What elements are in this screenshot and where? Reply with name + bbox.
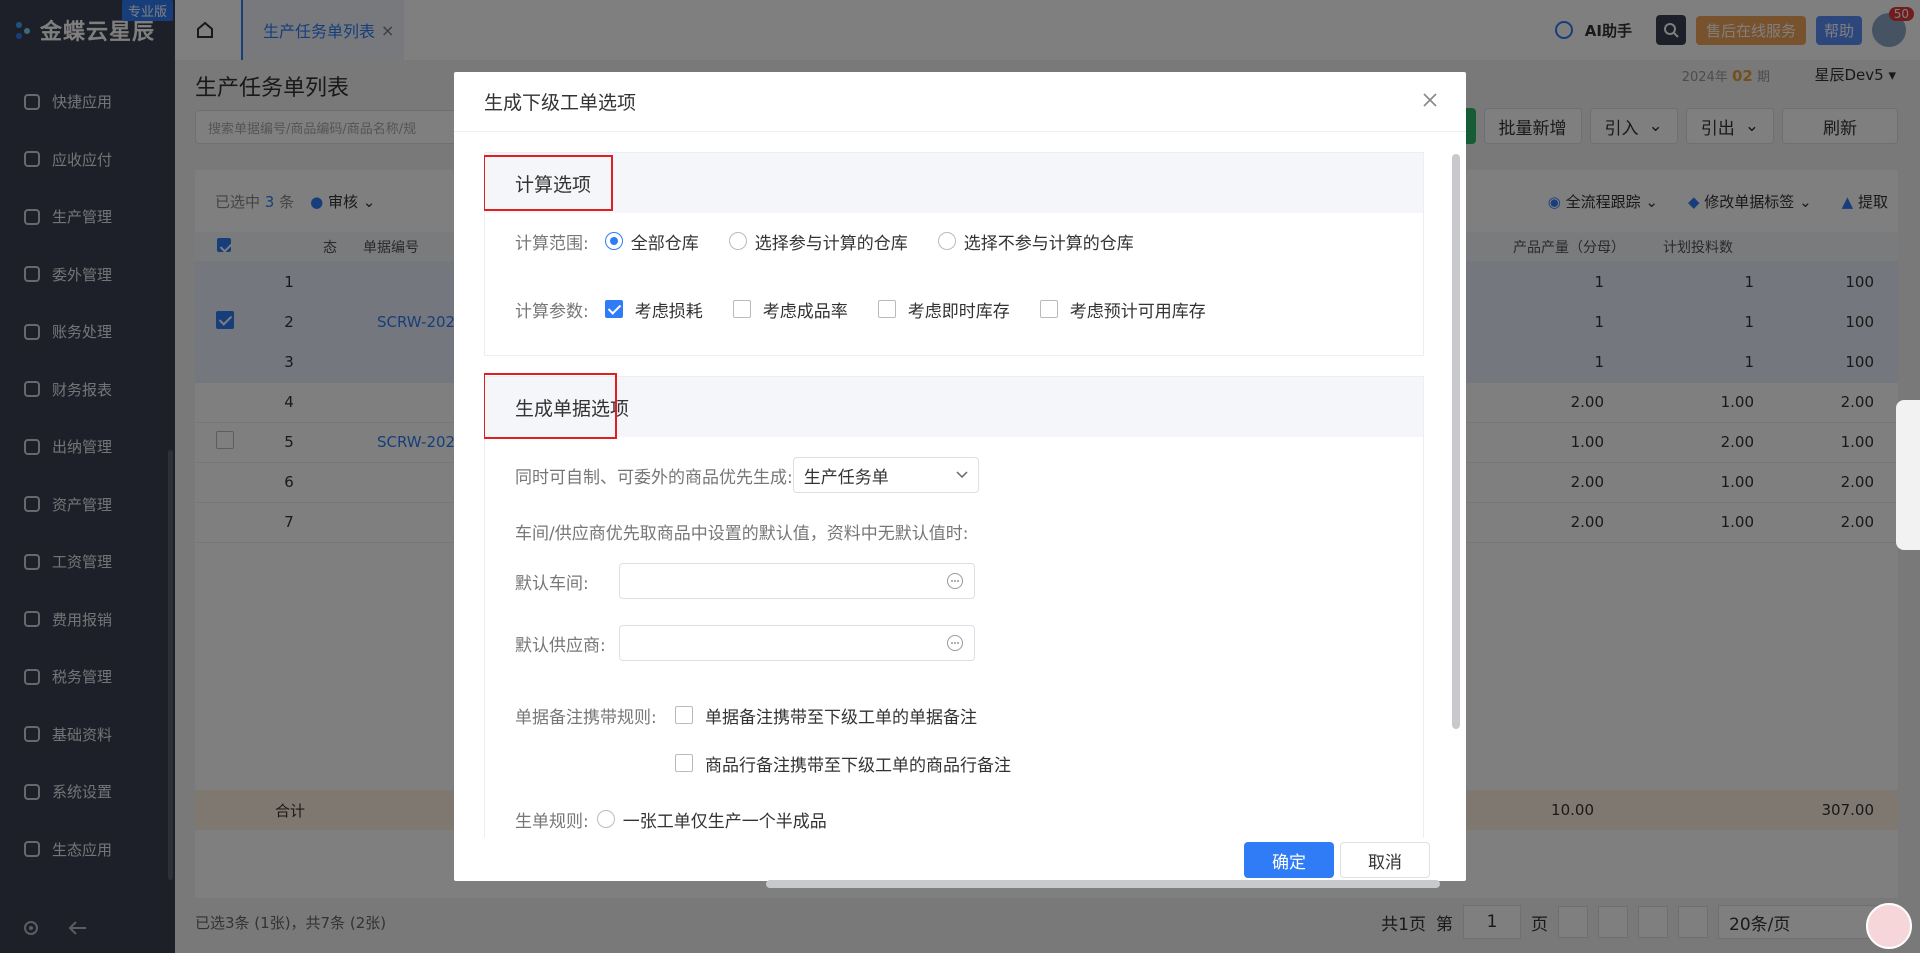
- calc-param-label: 计算参数:: [515, 301, 589, 322]
- dialog-vertical-scrollbar[interactable]: [1452, 154, 1460, 729]
- priority-select[interactable]: 生产任务单: [792, 457, 979, 493]
- close-icon[interactable]: [1422, 92, 1438, 108]
- default-note: 车间/供应商优先取商品中设置的默认值，资料中无默认值时:: [515, 523, 969, 544]
- gen-options-section: 生成单据选项 同时可自制、可委外的商品优先生成: 生产任务单 车间/供应商优先取…: [484, 373, 1424, 838]
- checkbox-consider-available[interactable]: 考虑预计可用库存: [1039, 297, 1206, 322]
- confirm-button[interactable]: 确定: [1244, 842, 1334, 878]
- generate-suborder-dialog: 生成下级工单选项 计算选项 计算范围: 全部仓库 选择参与计算的仓库 选择不参与…: [454, 72, 1466, 888]
- checkbox-line-remark[interactable]: 商品行备注携带至下级工单的商品行备注: [675, 751, 1011, 776]
- calc-options-section: 计算选项 计算范围: 全部仓库 选择参与计算的仓库 选择不参与计算的仓库 计算参…: [484, 152, 1424, 356]
- supplier-label: 默认供应商:: [515, 635, 606, 656]
- remark-label: 单据备注携带规则:: [515, 707, 657, 728]
- dialog-horizontal-scrollbar[interactable]: [766, 880, 1440, 888]
- radio-one-semi-product[interactable]: 一张工单仅生产一个半成品: [596, 807, 827, 832]
- more-icon: [947, 635, 963, 651]
- checkbox-consider-loss[interactable]: 考虑损耗: [604, 297, 703, 322]
- checkbox-bill-remark[interactable]: 单据备注携带至下级工单的单据备注: [675, 703, 977, 728]
- priority-label: 同时可自制、可委外的商品优先生成:: [515, 467, 793, 488]
- assistant-avatar[interactable]: [1866, 903, 1912, 949]
- floating-toolbar[interactable]: [1896, 400, 1920, 550]
- workshop-input[interactable]: [619, 563, 975, 599]
- calc-range-label: 计算范围:: [515, 233, 589, 254]
- checkbox-consider-stock[interactable]: 考虑即时库存: [877, 297, 1010, 322]
- radio-include-warehouses[interactable]: 选择参与计算的仓库: [728, 229, 908, 254]
- rule-label: 生单规则:: [515, 811, 589, 832]
- radio-exclude-warehouses[interactable]: 选择不参与计算的仓库: [937, 229, 1134, 254]
- dialog-title: 生成下级工单选项: [484, 92, 637, 114]
- dialog-body: 计算选项 计算范围: 全部仓库 选择参与计算的仓库 选择不参与计算的仓库 计算参…: [484, 152, 1424, 838]
- supplier-input[interactable]: [619, 625, 975, 661]
- workshop-label: 默认车间:: [515, 573, 589, 594]
- cancel-button[interactable]: 取消: [1340, 842, 1430, 878]
- chevron-down-icon: [956, 471, 968, 479]
- checkbox-consider-yield[interactable]: 考虑成品率: [732, 297, 848, 322]
- more-icon: [947, 573, 963, 589]
- radio-all-warehouses[interactable]: 全部仓库: [604, 229, 699, 254]
